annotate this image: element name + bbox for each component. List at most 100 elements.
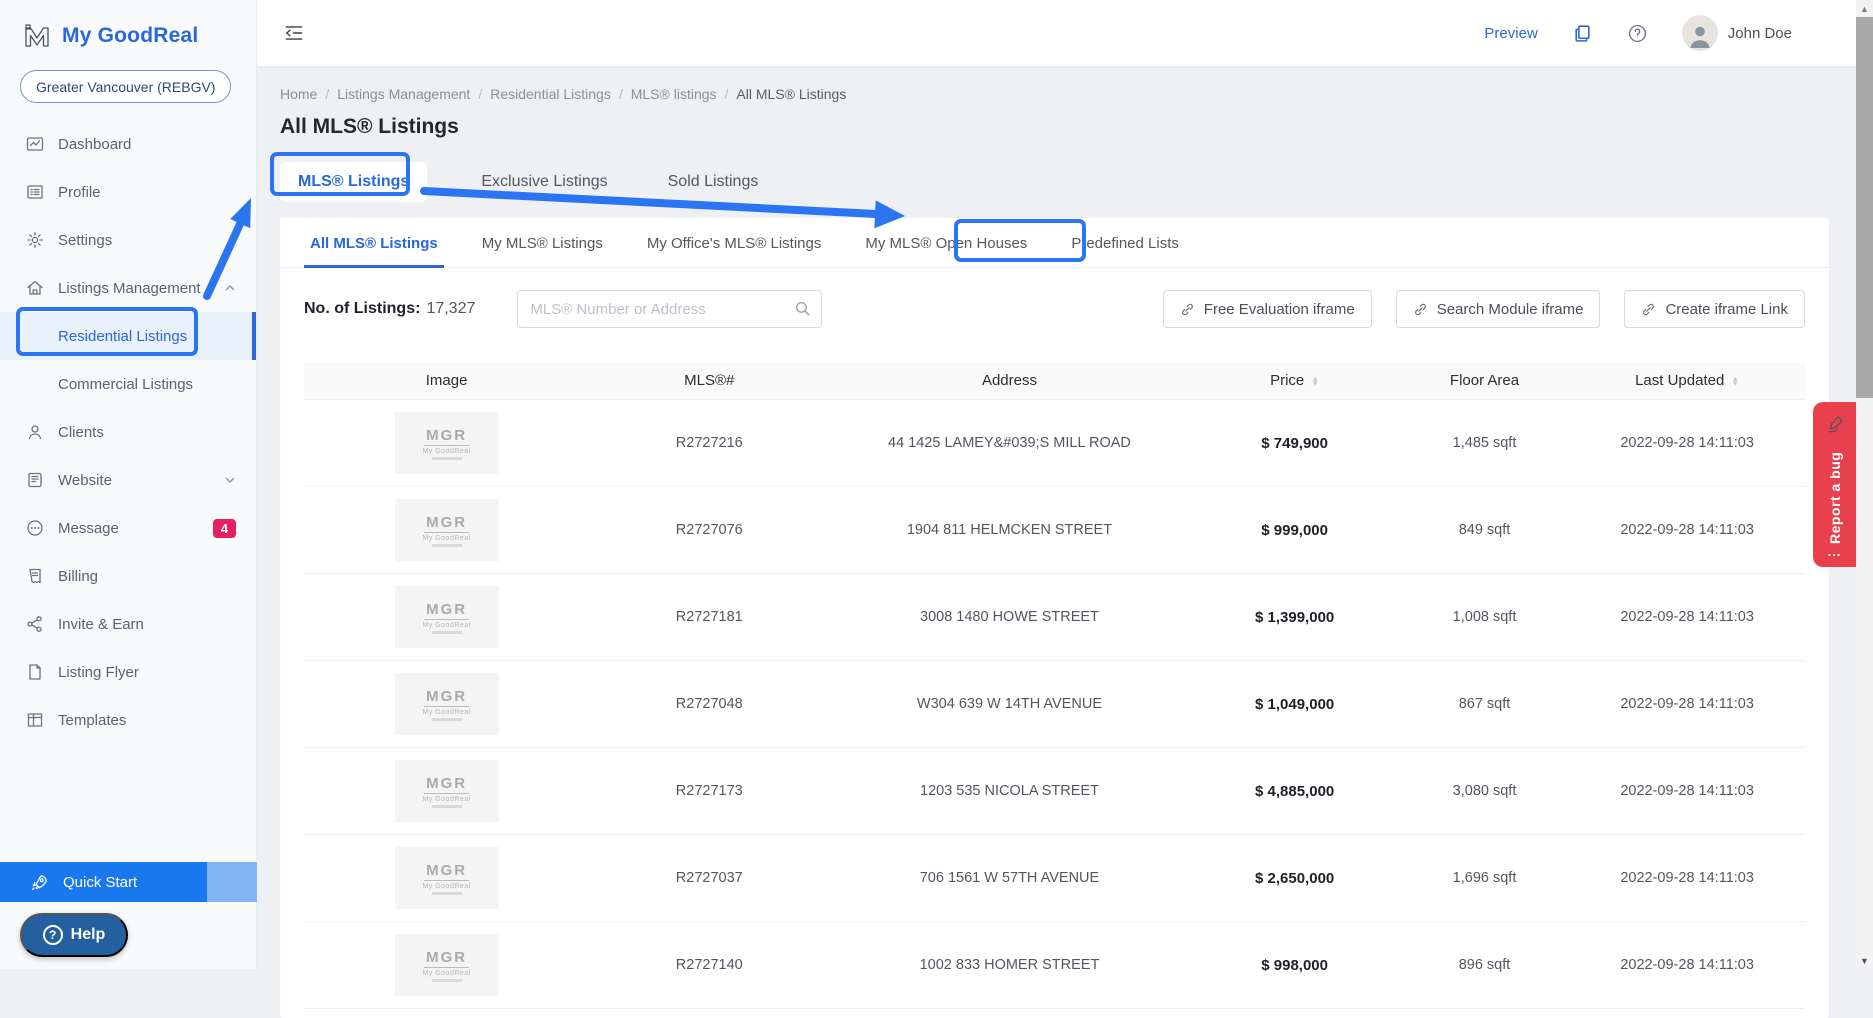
breadcrumb-item[interactable]: MLS® listings: [631, 86, 717, 102]
placeholder-logo-bar: [432, 718, 462, 721]
chevron-down-icon: [224, 474, 236, 486]
tab-mls-listings[interactable]: MLS® Listings: [280, 162, 427, 202]
cell-image: MGRMy GoodReal: [304, 499, 589, 561]
cell-mls: R2727037: [589, 870, 829, 886]
placeholder-logo-text: MGR: [424, 775, 469, 794]
table-row[interactable]: MGRMy GoodRealR27271813008 1480 HOWE STR…: [304, 574, 1805, 661]
breadcrumb-item[interactable]: Home: [280, 86, 317, 102]
breadcrumb-item[interactable]: Listings Management: [337, 86, 470, 102]
sidebar-item-listings-management[interactable]: Listings Management: [0, 264, 256, 312]
cell-address: 1904 811 HELMCKEN STREET: [829, 522, 1189, 538]
subtab-my-office-s-mls-listings[interactable]: My Office's MLS® Listings: [641, 235, 828, 267]
sidebar-item-dashboard[interactable]: Dashboard: [0, 120, 256, 168]
brand-logo[interactable]: My GoodReal: [0, 0, 256, 56]
cell-address: W304 639 W 14TH AVENUE: [829, 696, 1189, 712]
copy-icon[interactable]: [1572, 23, 1593, 44]
sidebar-item-templates[interactable]: Templates: [0, 696, 256, 744]
breadcrumb-separator: /: [478, 86, 482, 102]
column-mls: MLS®#: [589, 372, 829, 389]
listing-image-placeholder: MGRMy GoodReal: [395, 586, 499, 648]
scrollbar-up-icon[interactable]: ▲: [1856, 0, 1873, 17]
sidebar-item-clients[interactable]: Clients: [0, 408, 256, 456]
settings-icon: [26, 231, 44, 249]
sidebar-item-invite-earn[interactable]: Invite & Earn: [0, 600, 256, 648]
message-badge: 4: [213, 519, 236, 538]
subtab-all-mls-listings[interactable]: All MLS® Listings: [304, 235, 444, 267]
placeholder-logo-subtext: My GoodReal: [422, 622, 470, 629]
cell-address: 706 1561 W 57TH AVENUE: [829, 870, 1189, 886]
search-box: [517, 290, 822, 328]
tab-exclusive-listings[interactable]: Exclusive Listings: [475, 173, 613, 191]
search-icon[interactable]: [794, 300, 811, 317]
sidebar-item-website[interactable]: Website: [0, 456, 256, 504]
sidebar-item-settings[interactable]: Settings: [0, 216, 256, 264]
sorter-icon[interactable]: ▲▼: [1731, 376, 1739, 386]
sidebar-item-profile[interactable]: Profile: [0, 168, 256, 216]
preview-link[interactable]: Preview: [1484, 25, 1537, 42]
breadcrumb-item: All MLS® Listings: [736, 86, 846, 102]
cell-address: 1002 833 HOMER STREET: [829, 957, 1189, 973]
table-row[interactable]: MGRMy GoodRealR27270761904 811 HELMCKEN …: [304, 487, 1805, 574]
topbar: Preview John Doe: [257, 0, 1856, 66]
create-iframe-link-button[interactable]: Create iframe Link: [1624, 290, 1805, 328]
subtab-predefined-lists[interactable]: Predefined Lists: [1065, 235, 1185, 267]
listings-count-value: 17,327: [426, 300, 475, 317]
sidebar-item-message[interactable]: Message4: [0, 504, 256, 552]
cell-floor-area: 867 sqft: [1400, 696, 1570, 712]
breadcrumb-separator: /: [325, 86, 329, 102]
quick-start-bar[interactable]: Quick Start: [0, 862, 257, 902]
user-menu[interactable]: John Doe: [1682, 15, 1792, 51]
table-row[interactable]: MGRMy GoodRealR27271731203 535 NICOLA ST…: [304, 748, 1805, 835]
cell-floor-area: 849 sqft: [1400, 522, 1570, 538]
help-circle-icon[interactable]: [1627, 23, 1648, 44]
table-header: ImageMLS®#AddressPrice▲▼Floor AreaLast U…: [304, 362, 1805, 400]
scrollbar-down-icon[interactable]: ▼: [1856, 952, 1873, 969]
table-row[interactable]: MGRMy GoodRealR272721644 1425 LAMEY&#039…: [304, 400, 1805, 487]
page-scrollbar[interactable]: ▲ ▼: [1856, 0, 1873, 969]
search-module-iframe-button[interactable]: Search Module iframe: [1396, 290, 1601, 328]
placeholder-logo-bar: [432, 544, 462, 547]
search-input[interactable]: [517, 290, 822, 328]
user-name: John Doe: [1728, 25, 1792, 42]
sidebar-item-label: Clients: [58, 424, 104, 441]
column-last-updated[interactable]: Last Updated▲▼: [1569, 372, 1805, 389]
sorter-icon[interactable]: ▲▼: [1311, 376, 1319, 386]
quick-start-main[interactable]: Quick Start: [0, 862, 207, 902]
cell-image: MGRMy GoodReal: [304, 673, 589, 735]
sidebar-item-commercial-listings[interactable]: Commercial Listings: [0, 360, 256, 408]
sub-tabs: All MLS® Listings My MLS® Listings My Offi…: [280, 218, 1829, 268]
placeholder-logo-bar: [432, 892, 462, 895]
sidebar-item-label: Profile: [58, 184, 101, 201]
sidebar-item-billing[interactable]: Billing: [0, 552, 256, 600]
home-icon: [26, 279, 44, 297]
listing-image-placeholder: MGRMy GoodReal: [395, 934, 499, 996]
quick-start-handle[interactable]: [207, 862, 257, 902]
tab-sold-listings[interactable]: Sold Listings: [662, 173, 765, 191]
cell-last-updated: 2022-09-28 14:11:03: [1569, 435, 1805, 451]
column-price[interactable]: Price▲▼: [1190, 372, 1400, 389]
placeholder-logo-bar: [432, 457, 462, 460]
sort-desc-icon: ▼: [1731, 381, 1739, 386]
listings-card: All MLS® Listings My MLS® Listings My Offi…: [280, 218, 1829, 1018]
board-selector[interactable]: Greater Vancouver (REBGV): [20, 70, 231, 103]
cell-price: $ 998,000: [1190, 957, 1400, 974]
billing-icon: [26, 567, 44, 585]
subtab-my-mls-open-houses[interactable]: My MLS® Open Houses: [859, 235, 1033, 267]
cell-image: MGRMy GoodReal: [304, 847, 589, 909]
placeholder-logo-text: MGR: [424, 427, 469, 446]
placeholder-logo-subtext: My GoodReal: [422, 535, 470, 542]
breadcrumb-item[interactable]: Residential Listings: [490, 86, 611, 102]
table-row[interactable]: MGRMy GoodRealR2727037706 1561 W 57TH AV…: [304, 835, 1805, 922]
table-row[interactable]: MGRMy GoodRealR27271401002 833 HOMER STR…: [304, 922, 1805, 1009]
subtab-my-mls-listings[interactable]: My MLS® Listings: [476, 235, 609, 267]
table-row[interactable]: MGRMy GoodRealR2727048W304 639 W 14TH AV…: [304, 661, 1805, 748]
quick-start-label: Quick Start: [63, 874, 137, 891]
scrollbar-thumb[interactable]: [1856, 17, 1873, 398]
sidebar-item-residential-listings[interactable]: Residential Listings: [0, 312, 256, 360]
free-evaluation-iframe-button[interactable]: Free Evaluation iframe: [1163, 290, 1372, 328]
report-bug-ribbon[interactable]: Report a bug ...: [1813, 402, 1856, 567]
sidebar-item-listing-flyer[interactable]: Listing Flyer: [0, 648, 256, 696]
menu-fold-icon[interactable]: [283, 22, 305, 44]
help-button[interactable]: ? Help: [20, 913, 128, 957]
cell-floor-area: 1,696 sqft: [1400, 870, 1570, 886]
